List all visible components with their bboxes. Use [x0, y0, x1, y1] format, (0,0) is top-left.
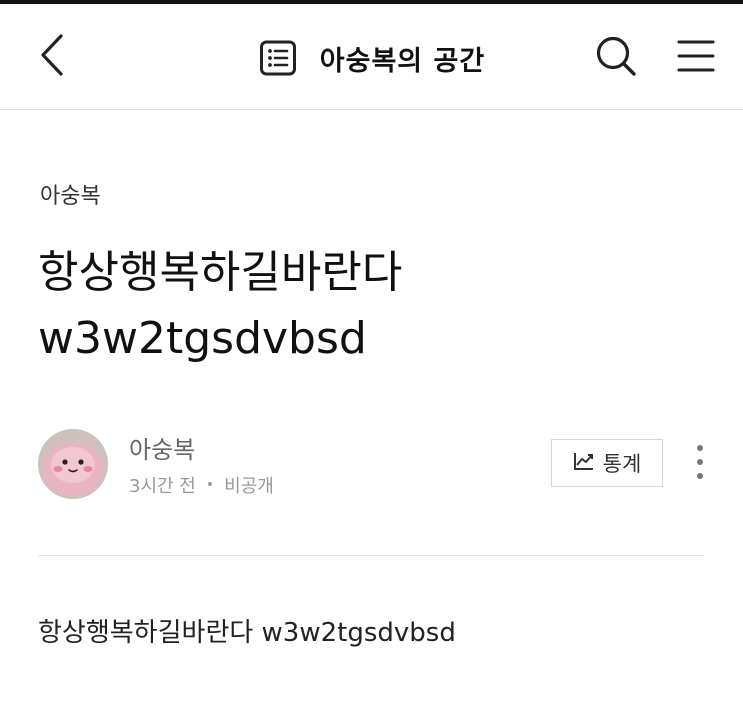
meta-separator: •: [205, 477, 215, 493]
stats-label: 통계: [602, 452, 642, 476]
visibility-status: 비공개: [224, 476, 274, 497]
post-category[interactable]: 아숭복: [40, 178, 101, 210]
author-name[interactable]: 아숭복: [129, 430, 195, 465]
post-meta: 3시간 전 • 비공개: [129, 472, 274, 498]
post-time: 3시간 전: [129, 476, 196, 497]
blog-title: 아숭복의 공간: [319, 45, 486, 77]
search-button[interactable]: [592, 34, 640, 82]
menu-button[interactable]: [672, 36, 720, 80]
more-vertical-icon-dot: [697, 445, 703, 451]
search-icon: [594, 34, 638, 82]
app-header: 아숭복의 공간: [0, 4, 743, 110]
post-body: 항상행복하길바란다 w3w2tgsdvbsd: [38, 618, 456, 648]
more-options-button[interactable]: [684, 440, 716, 484]
stats-button[interactable]: 통계: [551, 439, 663, 487]
avatar[interactable]: [38, 429, 108, 499]
trend-chart-icon: [573, 451, 595, 475]
hamburger-menu-icon: [677, 39, 715, 77]
more-vertical-icon-dot: [697, 473, 703, 479]
more-vertical-icon-dot: [697, 459, 703, 465]
post-title: 항상행복하길바란다 w3w2tgsdvbsd: [38, 247, 403, 364]
divider: [38, 555, 704, 556]
list-document-icon: [258, 38, 298, 78]
